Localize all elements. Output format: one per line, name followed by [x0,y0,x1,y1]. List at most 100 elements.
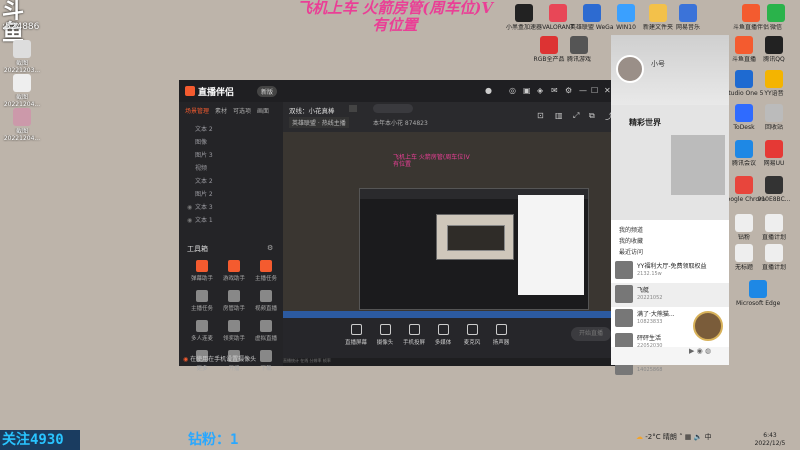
source-row[interactable]: 图片 2 [187,189,277,201]
stream-info: 本年本小花 874823 [373,120,428,127]
version-badge[interactable]: 新版 [257,86,278,97]
eye-icon[interactable]: ◉ [187,217,195,224]
song-row[interactable]: 飞艇 20221052 [611,283,729,307]
toolbox-item[interactable]: 领奖助手 [219,320,249,348]
tool-icon [228,260,240,272]
toolbar-item[interactable]: 摄像头 [370,324,400,346]
app-icon [765,70,783,88]
taskbar-clock[interactable]: 6:43 2022/12/5 [750,432,790,448]
sidebar-tab[interactable]: 可选项 [233,106,251,115]
lock-icon[interactable]: ⊡ [537,111,544,120]
source-row[interactable]: 文本 2 [187,176,277,188]
shirt-icon[interactable]: ◈ [537,86,543,95]
weather-icon[interactable]: ☁ [636,433,643,441]
sidebar-tab[interactable]: 素材 [215,106,227,115]
toolbox-item[interactable]: 游戏助手 [219,260,249,288]
source-row[interactable]: ◉ 文本 3 [187,202,277,214]
language-icon[interactable]: 中 [705,433,712,441]
source-row[interactable]: ◉ 文本 1 [187,215,277,227]
maximize-icon[interactable]: ☐ [591,86,598,95]
avatar[interactable]: ● [485,86,492,95]
weather-text[interactable]: -2°C 晴朗 [645,433,677,441]
source-label: 文本 3 [195,204,213,211]
toolbox-item[interactable]: 主播任务 [187,290,217,318]
desktop-icon[interactable]: Microsoft Edge [736,280,780,320]
toolbox-item[interactable]: 主播任务 [251,260,281,288]
record-icon[interactable]: ◉ [697,347,703,355]
toolbox-item[interactable]: 多人连麦 [187,320,217,348]
play-icon[interactable]: ▶ [689,347,694,355]
edit-icon[interactable] [349,105,357,112]
profile-avatar[interactable] [616,55,644,83]
source-row[interactable]: 文本 2 [187,124,277,136]
toolbox-item[interactable]: 视频直播 [251,290,281,318]
gift-icon[interactable]: ▣ [523,86,531,95]
phone-menu-item[interactable]: 最近访问 [619,247,643,256]
desktop-icon-label: 直播计划 [761,234,786,241]
desktop-icon-sublabel: 20221203... [3,67,41,74]
sidebar-tab[interactable]: 画面 [257,106,269,115]
stream-banner: 飞机上车 火箭房管(周车位)V 有位置 [245,0,545,34]
source-row[interactable]: 视频 [187,163,277,175]
toolbox-title: 工具箱 [187,245,208,253]
stream-title[interactable]: 双线：小花真棒 [289,105,335,115]
stream-category[interactable]: 英雄联盟 · 热线主播 [289,117,349,128]
hero-banner[interactable]: 精彩世界 [611,105,729,220]
desktop-icon[interactable]: 腾讯游戏 [557,36,601,76]
toolbar-icon [466,324,478,335]
source-label: 文本 2 [195,178,213,185]
desktop-icon-label: 截图 [15,94,28,101]
toolbar-label: 多媒体 [434,340,452,346]
phone-menu-item[interactable]: 我的频道 [619,225,643,234]
desktop-icon[interactable]: 回收站 [752,104,796,144]
desktop-icon[interactable]: 直播计划 [752,244,796,284]
toolbox-item[interactable]: 虚拟直播 [251,320,281,348]
toolbar-icon [408,324,420,335]
tool-label: 下载 [260,366,272,372]
game-avatar[interactable] [693,311,723,341]
toolbar-item[interactable]: 多媒体 [428,324,458,346]
toolbar-item[interactable]: 手机投屏 [399,324,429,346]
source-row[interactable]: 图片 3 [187,150,277,162]
source-row[interactable]: 图像 [187,137,277,149]
eye-icon[interactable]: ◉ [187,204,195,211]
toolbox-item[interactable]: 房管助手 [219,290,249,318]
headset-icon[interactable]: ◎ [509,86,516,95]
desktop-icon[interactable]: 截图 20221204... [0,108,44,148]
phone-menu-item[interactable]: 我的收藏 [619,236,643,245]
toolbox-item[interactable]: 弹幕助手 [187,260,217,288]
desktop-icon-label: 910E8BC... [757,196,791,203]
category-pill[interactable] [373,104,413,113]
toolbar-label: 摄像头 [376,340,394,346]
mail-icon[interactable]: ✉ [551,86,558,95]
popout-icon[interactable]: ⧉ [589,111,595,121]
app-icon [735,176,753,194]
preview-canvas[interactable]: 双线：小花真棒 英雄联盟 · 热线主播 本年本小花 874823 ⊡ ▥ ⤢ ⧉… [283,102,619,318]
sidebar-tab[interactable]: 场景管理 [185,106,209,115]
source-label: 图片 2 [195,191,213,198]
desktop-icon[interactable]: 网易UU [752,140,796,180]
source-label: 视频 [195,165,208,172]
app-icon [735,36,753,54]
layout-icon[interactable]: ▥ [555,111,563,120]
sidebar-tabs: 场景管理 素材 可选项 画面 [179,106,283,118]
toolbar-item[interactable]: 扬声器 [486,324,516,346]
song-row[interactable]: YY福利大厅-免费领取权益 2132.15w [611,259,729,283]
toolbar-item[interactable]: 直播屏幕 [341,324,371,346]
tool-label: 弹幕助手 [190,276,213,282]
desktop-icon[interactable]: 910E8BC... [752,176,796,216]
sidebar-footer-hint[interactable]: ◉ 在使用在手机设置摄像头 [183,354,256,363]
toolbox-settings-icon[interactable]: ⚙ [267,244,273,252]
close-icon[interactable]: ✕ [604,86,611,95]
volume-icon[interactable]: 🔈 [694,433,703,441]
app-icon [749,280,767,298]
network-icon[interactable]: ▦ [685,433,692,441]
settings-icon[interactable]: ⚙ [565,86,572,95]
minimize-icon[interactable]: — [579,86,587,95]
settings-icon[interactable]: ◍ [705,347,711,355]
start-live-button[interactable]: 开始直播 [571,327,611,341]
tool-icon [260,350,272,362]
toolbar-item[interactable]: 麦克风 [457,324,487,346]
expand-icon[interactable]: ⤢ [573,111,579,121]
desktop-icon-label: 截图 [15,60,28,67]
